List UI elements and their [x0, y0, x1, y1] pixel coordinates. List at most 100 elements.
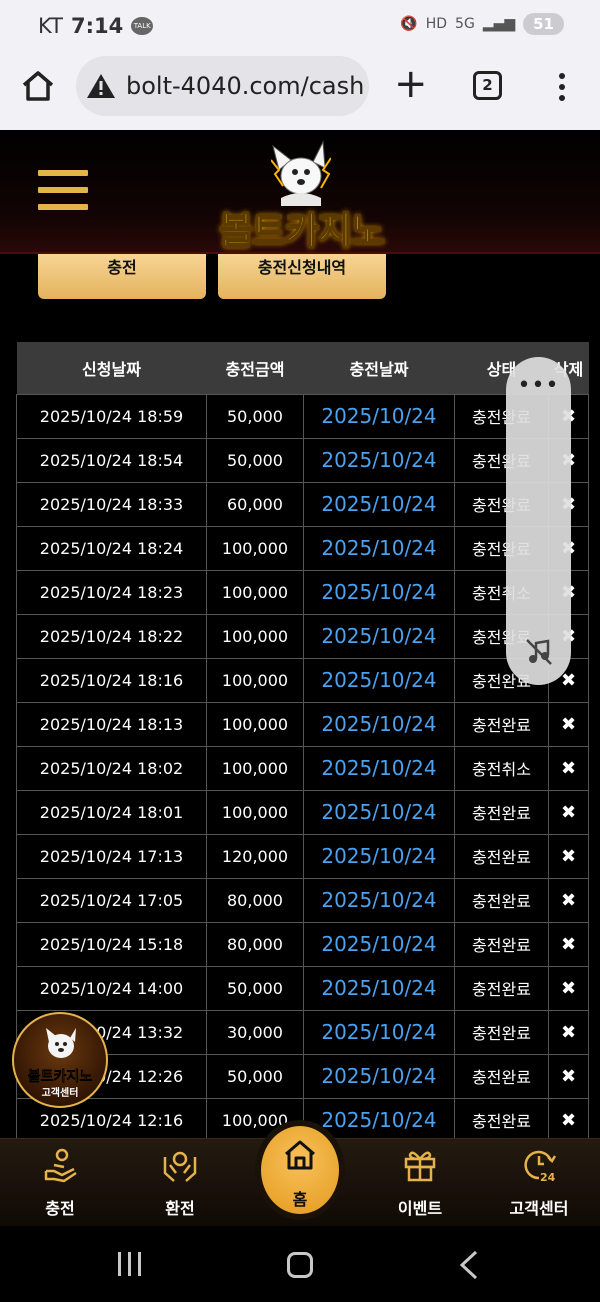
delete-icon[interactable]: ✖	[548, 965, 589, 1011]
back-icon[interactable]	[458, 1250, 480, 1280]
cell-amount: 100,000	[206, 789, 304, 835]
cell-amount: 100,000	[206, 613, 304, 659]
gift-icon	[404, 1151, 436, 1182]
cell-status: 충전완료	[454, 1097, 549, 1142]
col-header-amount: 충전금액	[206, 342, 304, 395]
cell-status: 충전완료	[454, 921, 549, 967]
cell-request-date: 2025/10/24 18:23	[16, 569, 207, 615]
delete-icon[interactable]: ✖	[548, 1009, 589, 1055]
cell-request-date: 2025/10/24 15:18	[16, 921, 207, 967]
table-row: 2025/10/24 18:13 100,000 2025/10/24 충전완료 ✖	[16, 701, 589, 747]
cell-request-date: 2025/10/24 18:02	[16, 745, 207, 791]
cell-status: 충전완료	[454, 1009, 549, 1055]
cell-request-date: 2025/10/24 18:54	[16, 437, 207, 483]
nav-charge[interactable]: 충전	[15, 1147, 105, 1219]
cell-amount: 60,000	[206, 481, 304, 527]
warning-icon[interactable]	[86, 72, 116, 100]
mute-icon: 🔇	[400, 16, 418, 32]
battery-icon: 51	[523, 13, 564, 35]
cell-charge-date: 2025/10/24	[303, 701, 455, 747]
cell-charge-date: 2025/10/24	[303, 833, 455, 879]
cell-amount: 50,000	[206, 1053, 304, 1099]
status-bar: KT 7:14 TALK 🔇 HD 5G ▂▄▆ 51	[0, 0, 600, 54]
new-tab-icon[interactable]: +	[394, 64, 428, 104]
delete-icon[interactable]: ✖	[548, 1097, 589, 1142]
system-nav-bar	[0, 1226, 600, 1302]
nav-exchange-label: 환전	[165, 1199, 195, 1218]
cell-amount: 50,000	[206, 393, 304, 439]
col-header-charge-date: 충전날짜	[303, 342, 455, 395]
cell-request-date: 2025/10/24 18:22	[16, 613, 207, 659]
site-header: 볼트카지노	[0, 130, 600, 254]
cell-request-date: 2025/10/24 18:33	[16, 481, 207, 527]
nav-charge-label: 충전	[45, 1199, 75, 1218]
cell-status: 충전완료	[454, 877, 549, 923]
cell-request-date: 2025/10/24 18:24	[16, 525, 207, 571]
tab-charge[interactable]: 충전	[38, 254, 206, 299]
carrier-label: KT	[38, 14, 63, 38]
tab-count-button[interactable]: 2	[473, 71, 502, 100]
recents-icon[interactable]	[118, 1252, 146, 1278]
url-text[interactable]: bolt-4040.com/cash	[126, 72, 364, 100]
customer-center-badge[interactable]: 볼트카지노 고객센터	[12, 1012, 108, 1108]
delete-icon[interactable]: ✖	[548, 833, 589, 879]
dog-mascot-icon	[46, 1028, 76, 1058]
cell-charge-date: 2025/10/24	[303, 569, 455, 615]
cs-brand-text: 볼트카지노	[27, 1069, 93, 1086]
cell-charge-date: 2025/10/24	[303, 745, 455, 791]
hamburger-menu-icon[interactable]	[38, 170, 88, 214]
url-bar[interactable]: bolt-4040.com/cash	[76, 56, 369, 116]
dog-mascot-icon	[271, 140, 331, 206]
system-home-icon[interactable]	[287, 1252, 313, 1278]
cell-amount: 100,000	[206, 525, 304, 571]
table-row: 2025/10/24 18:3360,0002025/10/24충전완료✖	[16, 481, 589, 527]
nav-exchange[interactable]: 환전	[135, 1147, 225, 1219]
floating-edge-panel[interactable]: •••	[506, 357, 571, 685]
music-off-icon[interactable]	[524, 637, 554, 667]
tab-buttons: 충전 충전신청내역	[0, 254, 600, 304]
nav-event[interactable]: 이벤트	[375, 1147, 465, 1219]
status-right: 🔇 HD 5G ▂▄▆ 51	[400, 13, 564, 35]
cell-amount: 120,000	[206, 833, 304, 879]
cell-status: 충전완료	[454, 833, 549, 879]
cs-label: 고객센터	[41, 1088, 79, 1099]
home-icon	[285, 1140, 315, 1170]
more-dots-icon[interactable]: •••	[506, 373, 571, 398]
site-logo[interactable]: 볼트카지노	[205, 138, 397, 254]
kakao-talk-icon: TALK	[131, 17, 154, 35]
status-time: 7:14	[70, 14, 124, 38]
cell-charge-date: 2025/10/24	[303, 481, 455, 527]
tab-charge-history[interactable]: 충전신청내역	[218, 254, 386, 299]
browser-toolbar: bolt-4040.com/cash + 2	[0, 54, 600, 130]
five-g-icon: 5G	[455, 16, 475, 32]
cell-amount: 80,000	[206, 921, 304, 967]
cell-request-date: 2025/10/24 14:00	[16, 965, 207, 1011]
table-row: 2025/10/24 18:23100,0002025/10/24충전취소✖	[16, 569, 589, 615]
cell-charge-date: 2025/10/24	[303, 877, 455, 923]
cell-request-date: 2025/10/24 18:59	[16, 393, 207, 439]
nav-support[interactable]: 24 고객센터	[494, 1147, 584, 1219]
delete-icon[interactable]: ✖	[548, 877, 589, 923]
cell-charge-date: 2025/10/24	[303, 525, 455, 571]
cell-status: 충전완료	[454, 1053, 549, 1099]
delete-icon[interactable]: ✖	[548, 1053, 589, 1099]
delete-icon[interactable]: ✖	[548, 745, 589, 791]
delete-icon[interactable]: ✖	[548, 789, 589, 835]
delete-icon[interactable]: ✖	[548, 921, 589, 967]
delete-icon[interactable]: ✖	[548, 701, 589, 747]
cell-charge-date: 2025/10/24	[303, 1009, 455, 1055]
cell-amount: 100,000	[206, 657, 304, 703]
more-menu-icon[interactable]	[552, 70, 572, 104]
cell-charge-date: 2025/10/24	[303, 613, 455, 659]
cell-charge-date: 2025/10/24	[303, 1053, 455, 1099]
cell-amount: 30,000	[206, 1009, 304, 1055]
exchange-hands-icon	[163, 1151, 197, 1182]
browser-home-icon[interactable]	[20, 68, 56, 104]
table-row: 2025/10/24 18:02 100,000 2025/10/24 충전취소 ✖	[16, 745, 589, 791]
table-row: 2025/10/24 18:24100,0002025/10/24충전완료✖	[16, 525, 589, 571]
table-row: 2025/10/24 18:5450,0002025/10/24충전완료✖	[16, 437, 589, 483]
nav-home[interactable]: 홈	[255, 1120, 345, 1220]
cell-charge-date: 2025/10/24	[303, 437, 455, 483]
col-header-request-date: 신청날짜	[16, 342, 207, 395]
cell-status: 충전취소	[454, 745, 549, 791]
